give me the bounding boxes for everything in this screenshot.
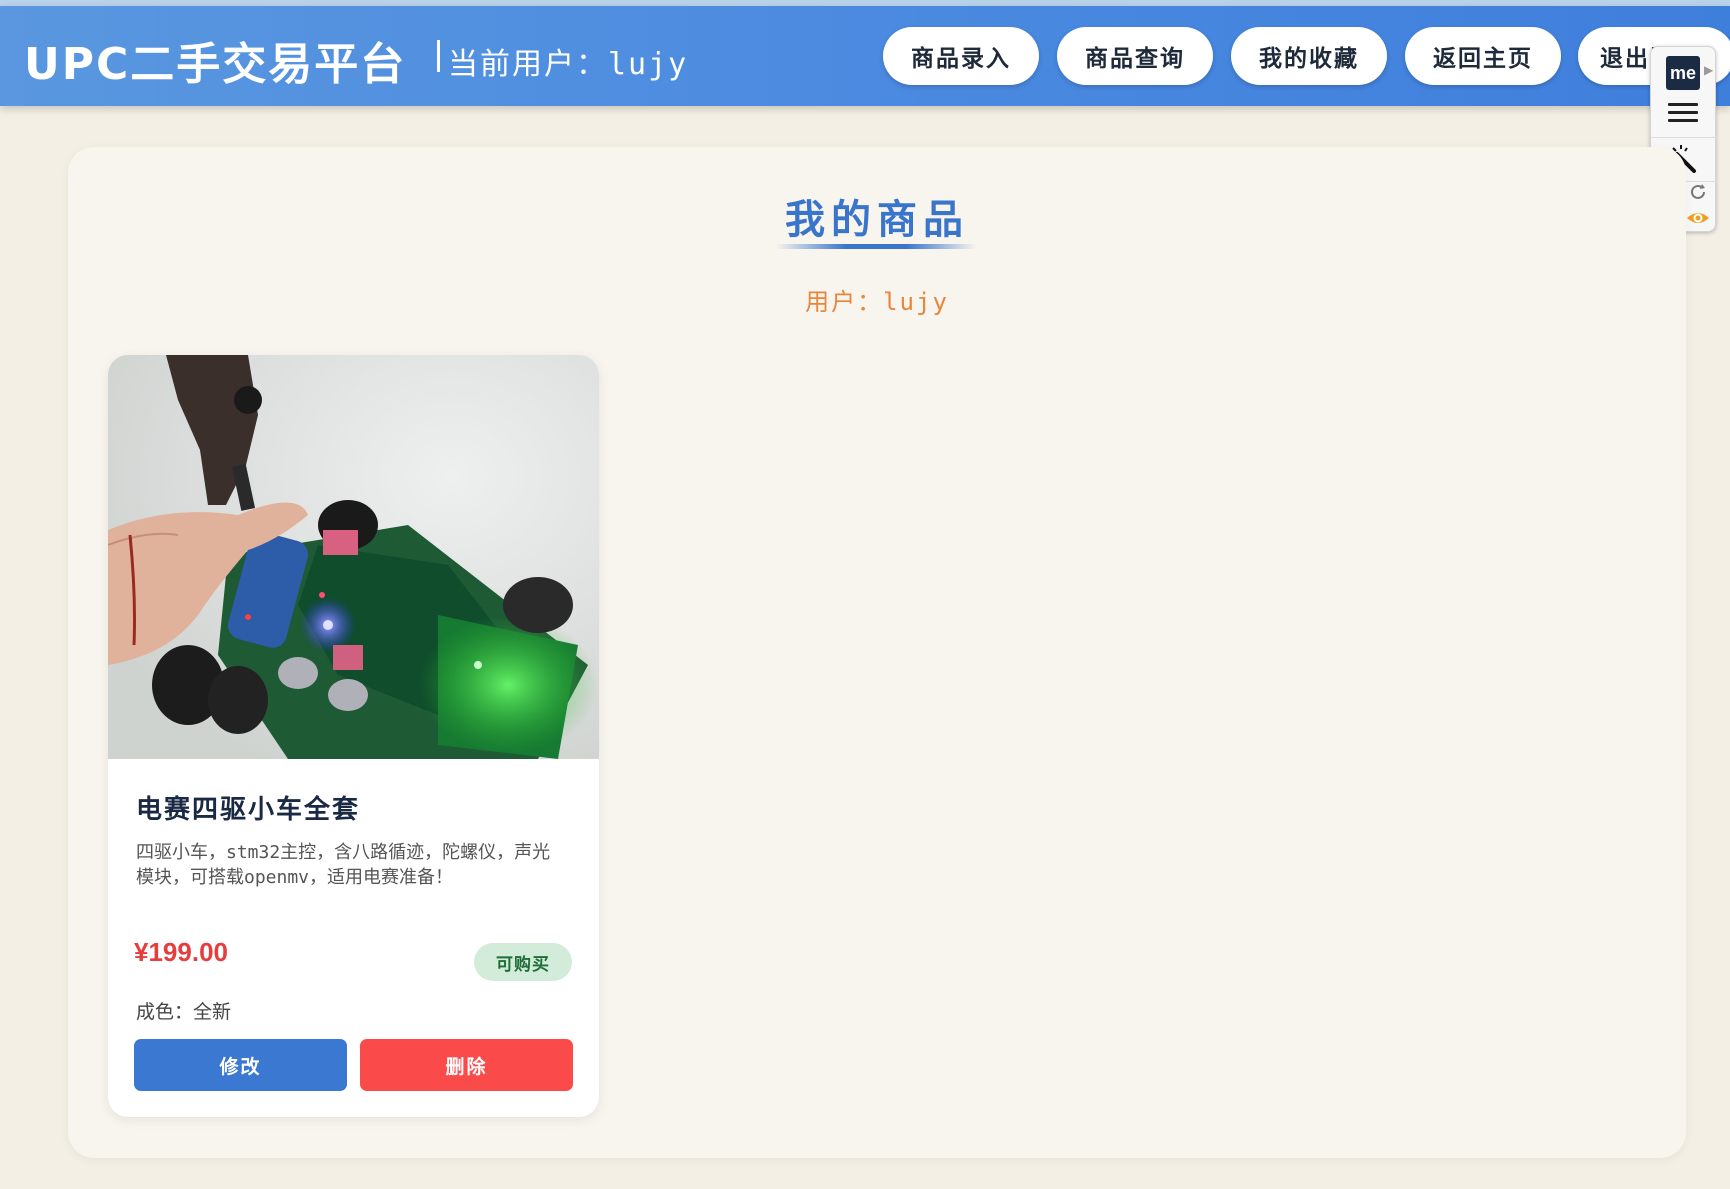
user-label: 用户：lujy (805, 288, 949, 316)
product-price: ¥199.00 (134, 937, 228, 967)
page-title: 我的商品 (785, 196, 969, 243)
main-panel: 我的商品 用户：lujy 电赛四驱小车全套 四驱小车，stm32主控，含八路循迹… (68, 147, 1686, 1158)
refresh-icon[interactable] (1687, 181, 1709, 203)
product-image[interactable] (108, 355, 599, 759)
nav-home-button[interactable]: 返回主页 (1405, 27, 1561, 85)
nav-favorites-button[interactable]: 我的收藏 (1231, 27, 1387, 85)
product-card[interactable]: 电赛四驱小车全套 四驱小车，stm32主控，含八路循迹，陀螺仪，声光模块，可搭载… (108, 355, 599, 1117)
hamburger-menu-icon[interactable] (1668, 103, 1698, 127)
extension-expand-icon[interactable]: ▶ (1704, 63, 1713, 77)
title-underline (776, 244, 976, 249)
extension-divider (1651, 137, 1717, 138)
nav-add-product-button[interactable]: 商品录入 (883, 27, 1039, 85)
product-name[interactable]: 电赛四驱小车全套 (136, 789, 360, 826)
top-nav-bar: UPC二手交易平台 当前用户：lujy 商品录入 商品查询 我的收藏 返回主页 … (0, 6, 1730, 106)
nav-search-product-button[interactable]: 商品查询 (1057, 27, 1213, 85)
eye-icon[interactable] (1685, 207, 1711, 229)
extension-logo[interactable]: me (1666, 56, 1700, 90)
site-brand[interactable]: UPC二手交易平台 (24, 28, 406, 92)
product-condition: 成色：全新 (136, 1001, 232, 1023)
header-divider (437, 40, 440, 72)
current-user-label: 当前用户：lujy (448, 47, 689, 82)
edit-button[interactable]: 修改 (134, 1039, 347, 1091)
product-description: 四驱小车，stm32主控，含八路循迹，陀螺仪，声光模块，可搭载openmv，适用… (136, 842, 551, 888)
status-badge: 可购买 (474, 943, 572, 981)
delete-button[interactable]: 删除 (360, 1039, 573, 1091)
